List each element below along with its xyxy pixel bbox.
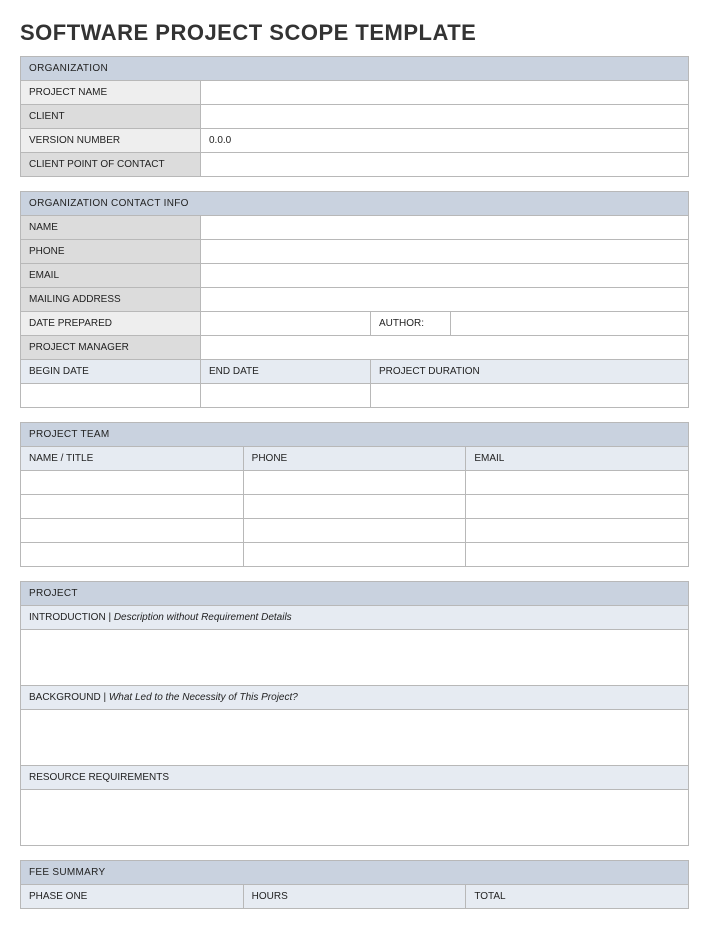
begin-date-label: BEGIN DATE (21, 360, 201, 384)
team-col-email: EMAIL (466, 447, 689, 471)
team-name-cell[interactable] (21, 495, 244, 519)
fee-col-phase: PHASE ONE (21, 885, 244, 909)
client-poc-label: CLIENT POINT OF CONTACT (21, 153, 201, 177)
table-row (21, 495, 689, 519)
team-col-name: NAME / TITLE (21, 447, 244, 471)
introduction-value[interactable] (21, 630, 689, 686)
contact-phone-value[interactable] (201, 240, 689, 264)
project-duration-value[interactable] (371, 384, 689, 408)
contact-mailing-label: MAILING ADDRESS (21, 288, 201, 312)
contact-header: ORGANIZATION CONTACT INFO (21, 192, 689, 216)
project-name-value[interactable] (201, 81, 689, 105)
author-label: AUTHOR: (371, 312, 451, 336)
background-label: BACKGROUND | What Led to the Necessity o… (21, 686, 689, 710)
page-title: SOFTWARE PROJECT SCOPE TEMPLATE (20, 20, 689, 46)
project-header: PROJECT (21, 582, 689, 606)
contact-table: ORGANIZATION CONTACT INFO NAME PHONE EMA… (20, 191, 689, 408)
resource-label: RESOURCE REQUIREMENTS (21, 766, 689, 790)
team-phone-cell[interactable] (243, 471, 466, 495)
intro-hint-text: Description without Requirement Details (114, 612, 292, 623)
team-email-cell[interactable] (466, 471, 689, 495)
date-prepared-label: DATE PREPARED (21, 312, 201, 336)
project-duration-label: PROJECT DURATION (371, 360, 689, 384)
team-name-cell[interactable] (21, 471, 244, 495)
team-phone-cell[interactable] (243, 543, 466, 567)
table-row (21, 543, 689, 567)
team-phone-cell[interactable] (243, 519, 466, 543)
begin-date-value[interactable] (21, 384, 201, 408)
background-label-text: BACKGROUND | (29, 692, 109, 703)
team-email-cell[interactable] (466, 519, 689, 543)
team-header: PROJECT TEAM (21, 423, 689, 447)
introduction-label: INTRODUCTION | Description without Requi… (21, 606, 689, 630)
fee-header: FEE SUMMARY (21, 861, 689, 885)
table-row (21, 519, 689, 543)
background-hint-text: What Led to the Necessity of This Projec… (109, 692, 298, 703)
team-table: PROJECT TEAM NAME / TITLE PHONE EMAIL (20, 422, 689, 567)
contact-mailing-value[interactable] (201, 288, 689, 312)
contact-phone-label: PHONE (21, 240, 201, 264)
project-manager-value[interactable] (201, 336, 689, 360)
client-label: CLIENT (21, 105, 201, 129)
intro-label-text: INTRODUCTION | (29, 612, 114, 623)
fee-col-hours: HOURS (243, 885, 466, 909)
fee-table: FEE SUMMARY PHASE ONE HOURS TOTAL (20, 860, 689, 909)
organization-table: ORGANIZATION PROJECT NAME CLIENT VERSION… (20, 56, 689, 177)
end-date-value[interactable] (201, 384, 371, 408)
team-name-cell[interactable] (21, 543, 244, 567)
fee-col-total: TOTAL (466, 885, 689, 909)
team-col-phone: PHONE (243, 447, 466, 471)
contact-email-label: EMAIL (21, 264, 201, 288)
table-row (21, 471, 689, 495)
author-value[interactable] (451, 312, 689, 336)
organization-header: ORGANIZATION (21, 57, 689, 81)
project-table: PROJECT INTRODUCTION | Description witho… (20, 581, 689, 846)
project-manager-label: PROJECT MANAGER (21, 336, 201, 360)
team-phone-cell[interactable] (243, 495, 466, 519)
client-poc-value[interactable] (201, 153, 689, 177)
team-email-cell[interactable] (466, 543, 689, 567)
client-value[interactable] (201, 105, 689, 129)
contact-email-value[interactable] (201, 264, 689, 288)
resource-value[interactable] (21, 790, 689, 846)
contact-name-value[interactable] (201, 216, 689, 240)
background-value[interactable] (21, 710, 689, 766)
date-prepared-value[interactable] (201, 312, 371, 336)
project-name-label: PROJECT NAME (21, 81, 201, 105)
version-number-value[interactable]: 0.0.0 (201, 129, 689, 153)
team-name-cell[interactable] (21, 519, 244, 543)
team-email-cell[interactable] (466, 495, 689, 519)
contact-name-label: NAME (21, 216, 201, 240)
end-date-label: END DATE (201, 360, 371, 384)
version-number-label: VERSION NUMBER (21, 129, 201, 153)
